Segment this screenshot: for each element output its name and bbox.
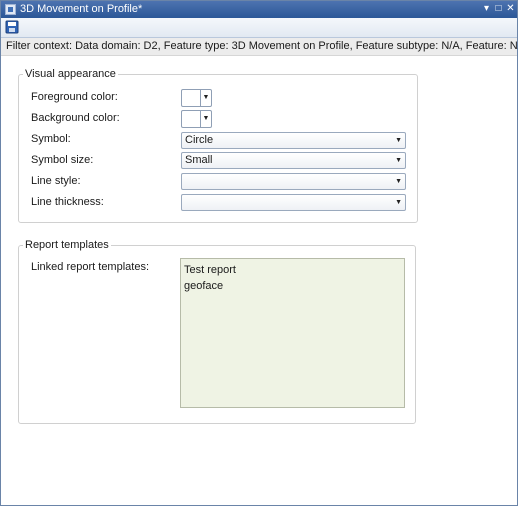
list-item[interactable]: geoface (184, 280, 223, 293)
linked-report-templates-list[interactable]: Test report geoface (180, 258, 405, 408)
report-templates-group: Report templates Linked report templates… (18, 239, 416, 424)
maximize-icon[interactable]: □ (493, 3, 504, 15)
main-window: 3D Movement on Profile* ▾ □ ✕ Filter con… (0, 0, 518, 506)
symbol-label: Symbol: (31, 133, 71, 145)
chevron-down-icon: ▼ (200, 90, 211, 106)
close-icon[interactable]: ✕ (505, 3, 516, 15)
title-bar: 3D Movement on Profile* ▾ □ ✕ (1, 1, 517, 18)
line-thickness-label: Line thickness: (31, 196, 104, 208)
window-icon (5, 4, 16, 15)
chevron-down-icon: ▼ (395, 199, 402, 206)
line-style-label: Line style: (31, 175, 81, 187)
line-thickness-dropdown[interactable]: ▼ (181, 194, 406, 211)
symbol-size-label: Symbol size: (31, 154, 94, 166)
chevron-down-icon: ▼ (395, 137, 402, 144)
save-icon (5, 20, 19, 34)
symbol-dropdown[interactable]: Circle ▼ (181, 132, 406, 149)
toolbar (1, 18, 517, 38)
visual-appearance-legend: Visual appearance (23, 68, 118, 81)
save-button[interactable] (5, 20, 19, 34)
background-color-label: Background color: (31, 112, 120, 124)
linked-report-templates-label: Linked report templates: (31, 261, 150, 273)
window-title: 3D Movement on Profile* (20, 3, 143, 15)
filter-context-bar: Filter context: Data domain: D2, Feature… (1, 38, 518, 56)
dropdown-menu-icon[interactable]: ▾ (481, 3, 492, 15)
report-templates-legend: Report templates (23, 239, 111, 252)
symbol-value: Circle (185, 134, 214, 146)
line-style-dropdown[interactable]: ▼ (181, 173, 406, 190)
list-item[interactable]: Test report (184, 264, 236, 277)
filter-context-text: Filter context: Data domain: D2, Feature… (6, 40, 518, 52)
foreground-color-label: Foreground color: (31, 91, 118, 103)
foreground-color-picker[interactable]: ▼ (181, 89, 212, 107)
chevron-down-icon: ▼ (200, 111, 211, 127)
chevron-down-icon: ▼ (395, 157, 402, 164)
visual-appearance-group: Visual appearance Foreground color: ▼ Ba… (18, 68, 418, 223)
symbol-size-value: Small (185, 154, 213, 166)
symbol-size-dropdown[interactable]: Small ▼ (181, 152, 406, 169)
background-color-picker[interactable]: ▼ (181, 110, 212, 128)
chevron-down-icon: ▼ (395, 178, 402, 185)
